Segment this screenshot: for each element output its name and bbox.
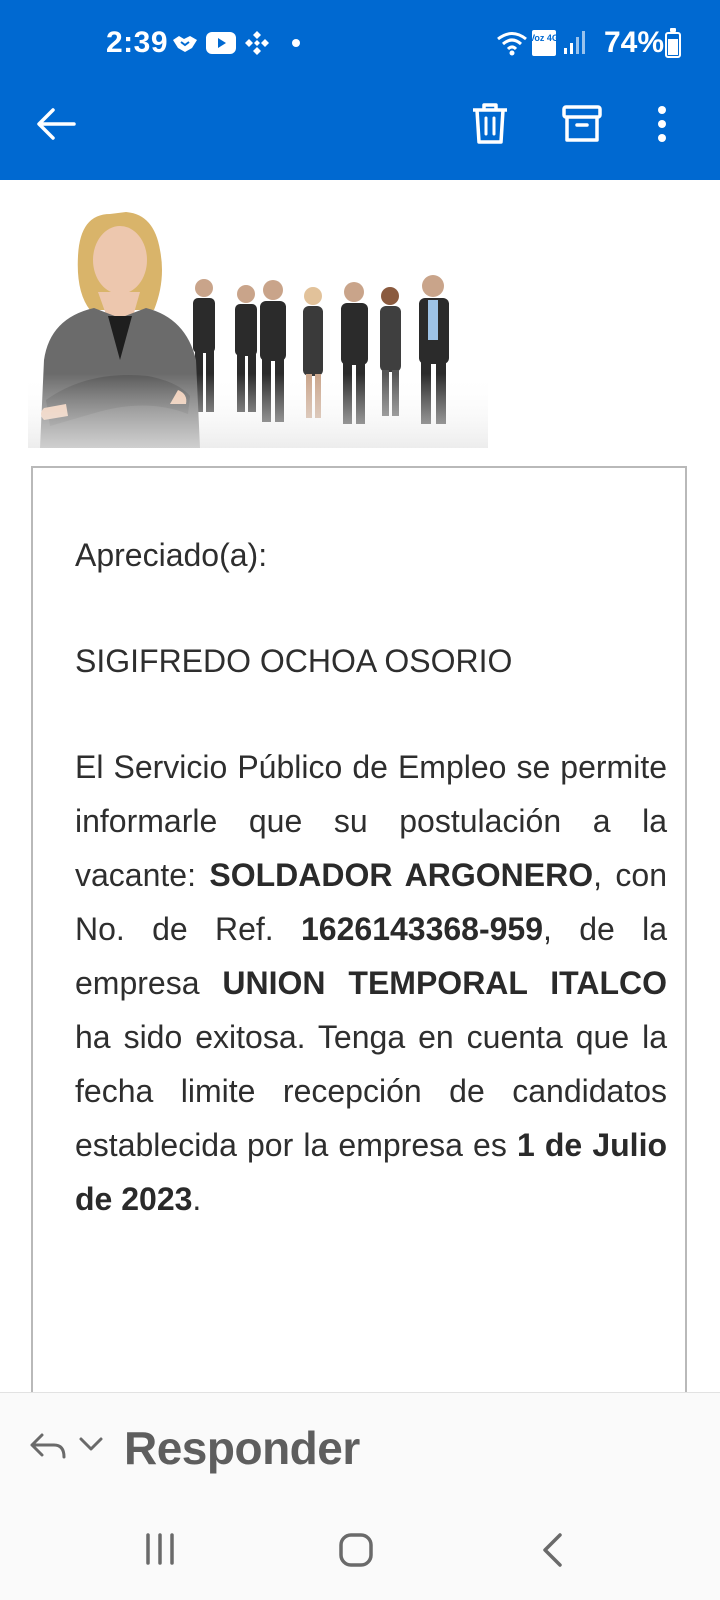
status-bar: 2:39 Voz 4G 74%	[0, 0, 720, 88]
battery-icon	[665, 28, 681, 58]
binance-icon	[245, 31, 269, 55]
reply-button[interactable]: Responder	[124, 1421, 360, 1475]
recipient-name: SIGIFREDO OCHOA OSORIO	[75, 643, 513, 679]
reference-number: 1626143368-959	[301, 911, 544, 947]
home-icon[interactable]	[338, 1532, 374, 1568]
back-button[interactable]	[30, 98, 82, 150]
system-nav-bar	[0, 1504, 720, 1600]
email-body-card: Apreciado(a): SIGIFREDO OCHOA OSORIO El …	[31, 466, 687, 1410]
notification-dot-icon	[292, 39, 300, 47]
message-paragraph: El Servicio Público de Empleo se permite…	[75, 740, 667, 1226]
arrow-left-icon	[37, 108, 76, 140]
more-options-button[interactable]	[638, 98, 686, 150]
header-image	[28, 200, 488, 448]
volte-label: Voz 4G	[532, 33, 559, 43]
back-nav-icon[interactable]	[540, 1532, 566, 1568]
vacancy-name: SOLDADOR ARGONERO	[209, 857, 594, 893]
more-vertical-icon	[658, 106, 666, 142]
email-body: Apreciado(a): SIGIFREDO OCHOA OSORIO El …	[75, 528, 667, 1226]
handshake-icon	[173, 36, 197, 52]
wifi-icon	[497, 32, 527, 56]
trash-icon	[473, 103, 507, 144]
reply-icon[interactable]	[28, 1431, 68, 1461]
delete-button[interactable]	[464, 98, 516, 150]
company-name: UNION TEMPORAL ITALCO	[222, 965, 668, 1001]
reply-bar: Responder	[0, 1392, 720, 1504]
battery-percent: 74%	[604, 26, 665, 59]
archive-icon	[562, 105, 602, 142]
app-header: 2:39 Voz 4G 74%	[0, 0, 720, 180]
archive-button[interactable]	[556, 98, 608, 150]
youtube-icon	[206, 32, 236, 54]
signal-icon	[564, 31, 585, 54]
recent-apps-icon[interactable]	[144, 1532, 176, 1566]
volte-icon: Voz 4G	[532, 30, 559, 56]
greeting-text: Apreciado(a):	[75, 537, 268, 573]
status-time: 2:39	[106, 26, 169, 59]
message-text: .	[192, 1181, 202, 1217]
chevron-down-icon[interactable]	[78, 1435, 104, 1453]
